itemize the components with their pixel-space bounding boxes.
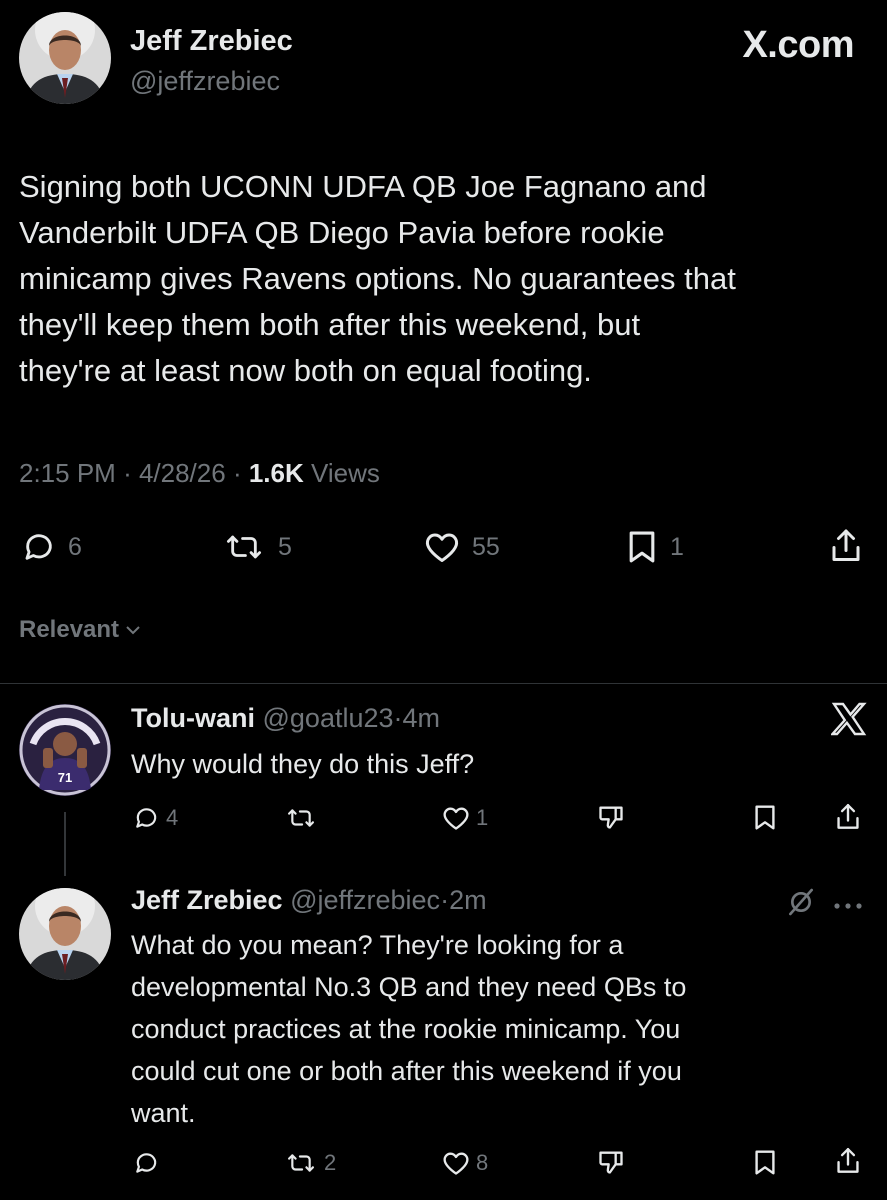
reply-dislike-button[interactable] — [597, 1148, 625, 1176]
reply-author-handle[interactable]: @goatlu23 — [263, 703, 394, 733]
reply-icon — [25, 534, 52, 560]
reply-reply-count: 4 — [166, 805, 179, 830]
reply-avatar[interactable] — [19, 888, 111, 980]
reply-like-button[interactable]: 1 — [442, 805, 488, 831]
views-count[interactable]: 1.6K — [249, 458, 304, 488]
sort-label: Relevant — [19, 616, 120, 643]
repost-button[interactable]: 5 — [222, 530, 292, 564]
dislike-icon — [599, 1151, 623, 1174]
share-icon — [837, 804, 859, 829]
like-button[interactable]: 55 — [424, 530, 500, 564]
meta-separator: · — [440, 885, 450, 915]
repost-icon — [227, 535, 261, 559]
dislike-icon — [599, 806, 623, 829]
tweet-date[interactable]: 4/28/26 — [139, 458, 226, 488]
reply-author-handle[interactable]: @jeffzrebiec — [290, 885, 440, 915]
bookmark-icon — [755, 805, 775, 830]
reply-icon — [136, 1153, 157, 1173]
reply-bookmark-button[interactable] — [753, 1149, 777, 1176]
like-icon — [425, 533, 459, 562]
author-handle[interactable]: @jeffzrebiec — [130, 66, 280, 97]
reply-text: What do you mean? They're looking for a … — [131, 930, 687, 1128]
reply-bookmark-button[interactable] — [753, 804, 777, 831]
views-label: Views — [310, 458, 380, 488]
section-divider — [0, 683, 887, 684]
like-icon — [443, 1152, 469, 1175]
like-icon — [443, 807, 469, 830]
author-avatar[interactable] — [19, 12, 111, 104]
reply-repost-button[interactable]: 2 — [284, 1150, 336, 1176]
reply-share-button[interactable] — [835, 1146, 861, 1176]
reply-repost-count: 2 — [324, 1150, 337, 1175]
bookmark-icon — [629, 531, 655, 563]
share-icon — [837, 1147, 859, 1173]
repost-icon — [288, 809, 314, 827]
thread-connector — [64, 812, 66, 876]
reply-author-name[interactable]: Tolu-wani — [131, 703, 255, 733]
bookmark-button[interactable]: 1 — [626, 530, 684, 564]
chevron-down-icon — [126, 626, 140, 635]
author-name[interactable]: Jeff Zrebiec — [130, 25, 293, 58]
reply-share-button[interactable] — [835, 802, 861, 832]
reply-author-name[interactable]: Jeff Zrebiec — [131, 885, 283, 915]
x-logo-icon — [829, 702, 867, 741]
reply-count: 6 — [68, 532, 82, 561]
reply-button[interactable]: 6 — [22, 530, 82, 564]
sort-dropdown[interactable]: Relevant — [19, 616, 141, 644]
reply-age[interactable]: 2m — [449, 885, 487, 915]
jersey-number: 71 — [58, 770, 72, 785]
reply-text: Why would they do this Jeff? — [131, 749, 475, 779]
bookmark-icon — [755, 1150, 775, 1175]
repost-count: 5 — [278, 532, 292, 561]
reply-header: Tolu-wani @goatlu23·4m — [131, 703, 440, 734]
like-count: 55 — [472, 532, 500, 561]
reply-dislike-button[interactable] — [597, 803, 625, 831]
reply-header: Jeff Zrebiec @jeffzrebiec·2m — [131, 885, 487, 916]
reply-like-count: 8 — [476, 1150, 489, 1175]
meta-separator: · — [393, 703, 403, 733]
reply-icon — [136, 808, 157, 828]
more-icon[interactable] — [833, 897, 863, 915]
share-button[interactable] — [829, 528, 863, 564]
share-icon — [832, 529, 860, 561]
reply-repost-button[interactable] — [284, 805, 324, 831]
bookmark-count: 1 — [670, 532, 684, 561]
repost-icon — [288, 1154, 314, 1172]
tweet-text: Signing both UCONN UDFA QB Joe Fagnano a… — [19, 169, 736, 388]
tweet-meta: 2:15 PM · 4/28/26 · 1.6K Views — [19, 458, 380, 489]
meta-separator: · — [123, 458, 139, 488]
reply-age[interactable]: 4m — [403, 703, 441, 733]
reply-reply-button[interactable]: 4 — [133, 805, 178, 831]
reply-reply-button[interactable] — [133, 1150, 166, 1176]
brand-label: X.com — [742, 24, 854, 66]
reply-like-count: 1 — [476, 805, 489, 830]
grok-icon[interactable] — [784, 886, 818, 923]
tweet-time[interactable]: 2:15 PM — [19, 458, 116, 488]
reply-like-button[interactable]: 8 — [442, 1150, 488, 1176]
meta-separator: · — [232, 458, 249, 488]
reply-avatar[interactable]: 71 — [19, 704, 111, 796]
